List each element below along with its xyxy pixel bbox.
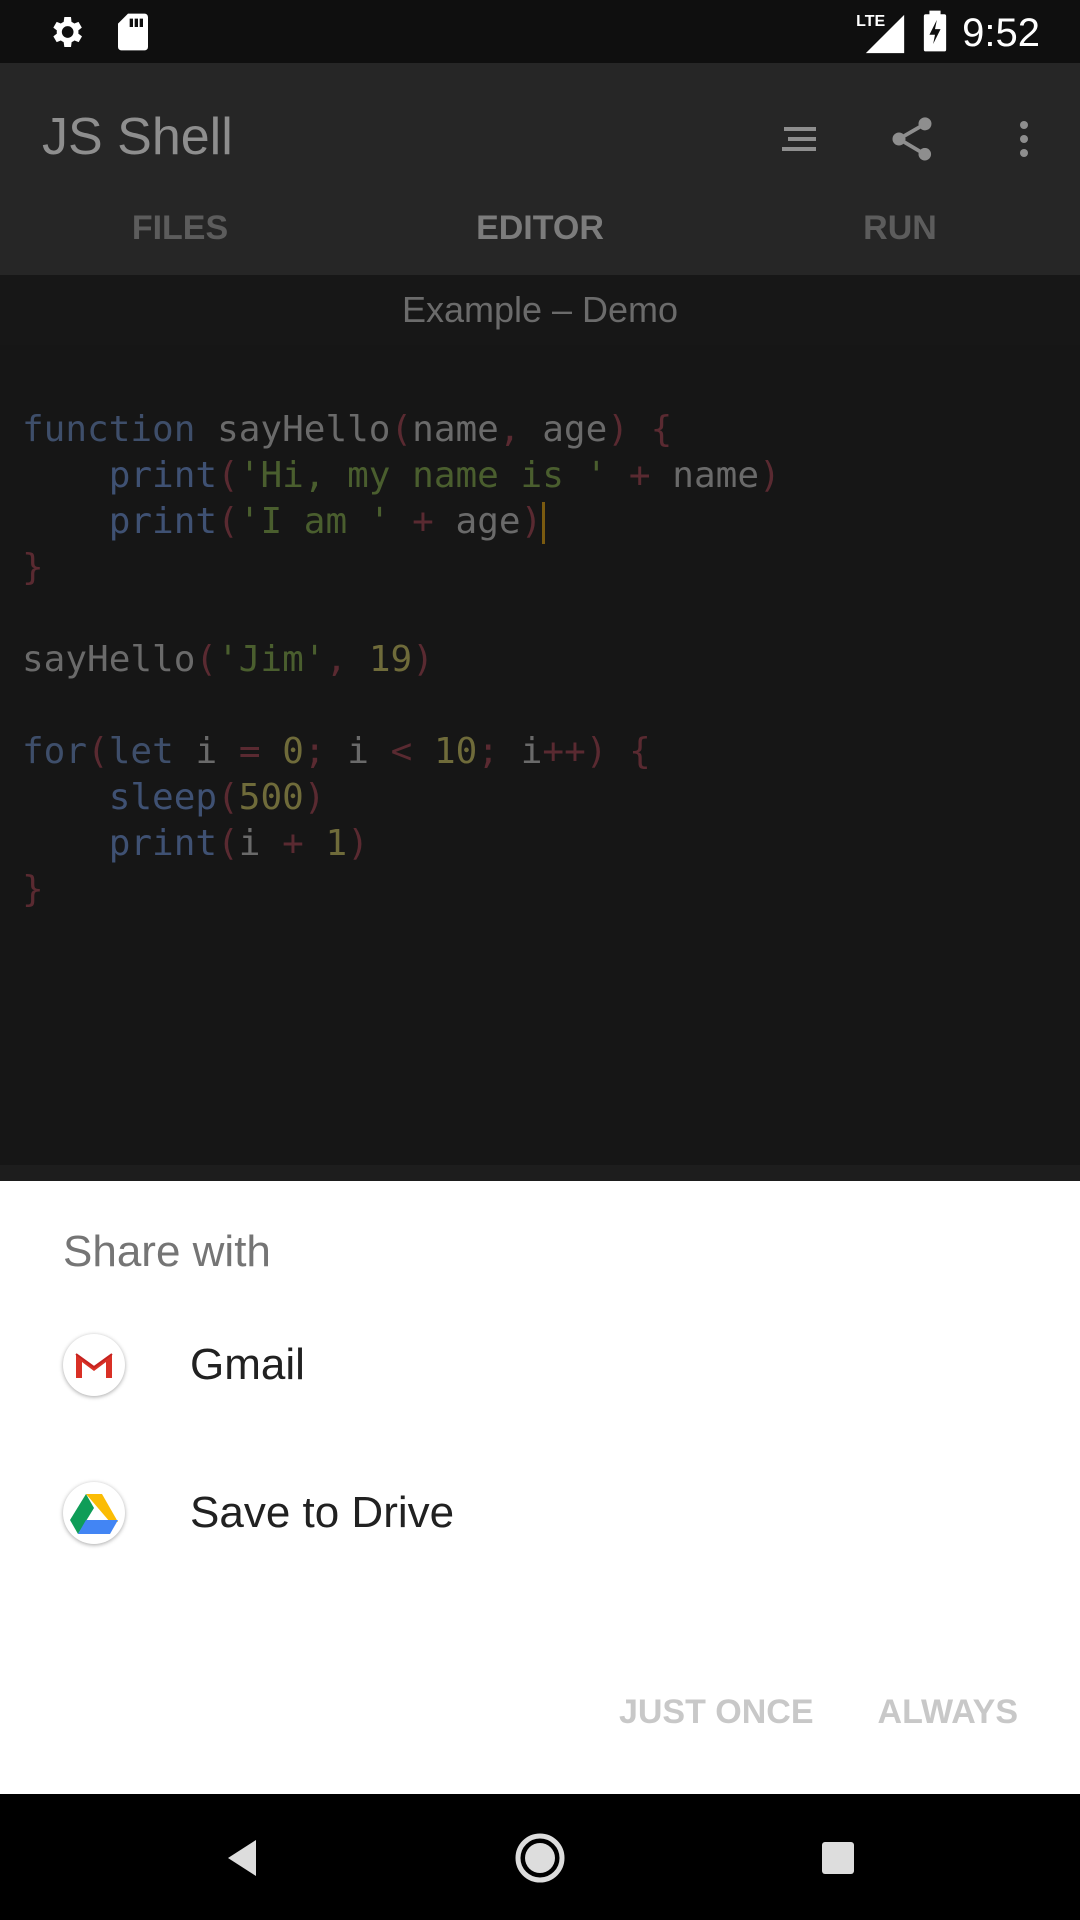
settings-icon xyxy=(46,12,86,57)
recents-icon[interactable] xyxy=(812,1832,864,1884)
share-sheet-title: Share with xyxy=(63,1227,271,1276)
code-editor[interactable]: function sayHello(name, age) { print('Hi… xyxy=(0,345,1080,1165)
network-type-label: LTE xyxy=(856,12,886,30)
code-text[interactable]: function sayHello(name, age) { print('Hi… xyxy=(22,407,781,913)
share-icon[interactable] xyxy=(876,103,948,175)
code-line: print(i + 1) xyxy=(108,823,369,864)
code-line: sayHello('Jim', 19) xyxy=(22,639,434,680)
gmail-icon xyxy=(63,1334,125,1396)
share-item-gmail[interactable]: Gmail xyxy=(0,1291,1080,1439)
share-item-save-to-drive[interactable]: Save to Drive xyxy=(0,1439,1080,1587)
format-icon[interactable] xyxy=(764,103,836,175)
code-line: print('Hi, my name is ' + name) xyxy=(108,455,781,496)
more-vert-icon[interactable] xyxy=(988,103,1060,175)
code-line: sleep(500) xyxy=(108,777,326,818)
signal-icon: LTE xyxy=(856,11,908,57)
just-once-button[interactable]: JUST ONCE xyxy=(619,1693,814,1732)
status-bar: LTE 9:52 xyxy=(0,0,1080,63)
code-line: for(let i = 0; i < 10; i++) { xyxy=(22,731,651,772)
code-line: function sayHello(name, age) { xyxy=(22,409,673,450)
code-line: } xyxy=(22,869,44,910)
back-icon[interactable] xyxy=(216,1832,268,1884)
tab-editor[interactable]: EDITOR xyxy=(360,201,720,285)
file-label: Example – Demo xyxy=(0,275,1080,345)
battery-charging-icon xyxy=(922,8,948,59)
code-line: print('I am ' + age) xyxy=(22,499,781,545)
google-drive-icon xyxy=(63,1482,125,1544)
text-cursor xyxy=(542,502,546,544)
app-bar: JS Shell FILES EDITOR RUN xyxy=(0,63,1080,285)
clock: 9:52 xyxy=(962,11,1040,55)
tab-bar: FILES EDITOR RUN xyxy=(0,201,1080,285)
sd-card-icon xyxy=(116,12,150,57)
share-item-label: Save to Drive xyxy=(190,1488,455,1537)
tab-run[interactable]: RUN xyxy=(720,201,1080,275)
code-line: } xyxy=(22,547,44,588)
share-item-label: Gmail xyxy=(190,1340,305,1389)
tab-files[interactable]: FILES xyxy=(0,201,360,275)
share-sheet: Share with Gmail Save to Drive JUST ONCE… xyxy=(0,1181,1080,1794)
app-title: JS Shell xyxy=(42,108,233,166)
navigation-bar xyxy=(0,1794,1080,1920)
home-icon[interactable] xyxy=(514,1832,566,1884)
app-content: JS Shell FILES EDITOR RUN Example – Demo… xyxy=(0,63,1080,1181)
always-button[interactable]: ALWAYS xyxy=(878,1693,1018,1732)
